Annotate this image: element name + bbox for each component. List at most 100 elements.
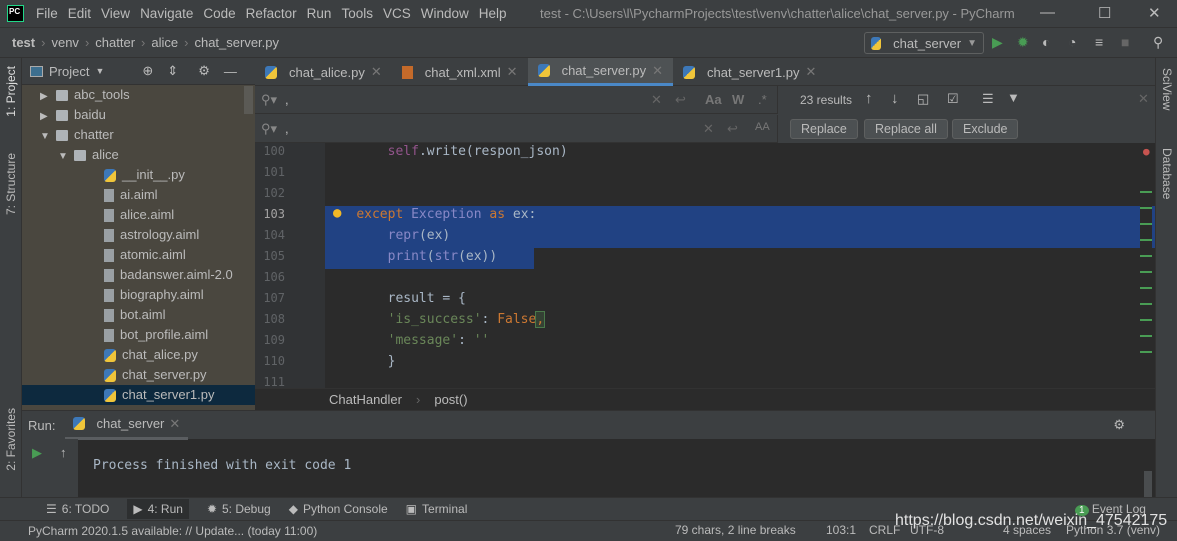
breadcrumb-class[interactable]: ChatHandler xyxy=(329,392,402,407)
filter-options-icon[interactable]: ☰ xyxy=(982,91,994,107)
editor-tab[interactable]: chat_alice.py ✕ xyxy=(255,58,392,86)
scroll-up-icon[interactable]: ↑ xyxy=(60,445,67,460)
select-all-occurrences-icon[interactable]: ◱ xyxy=(917,91,929,107)
menu-code[interactable]: Code xyxy=(203,6,235,21)
editor-tab[interactable]: chat_xml.xml ✕ xyxy=(392,58,528,86)
chevron-down-icon[interactable]: ▼ xyxy=(40,127,56,147)
code-line[interactable]: result = { xyxy=(325,291,466,306)
close-tab-icon[interactable]: ✕ xyxy=(371,64,382,80)
chevron-down-icon[interactable]: ▼ xyxy=(58,147,74,167)
project-tool-button[interactable]: 1: Project xyxy=(4,66,18,117)
console-output[interactable]: Process finished with exit code 1 xyxy=(93,458,351,473)
code-editor[interactable]: ● 100 self.write(respon_json) 101 102 103 e… xyxy=(255,143,1155,388)
breadcrumb-item[interactable]: test xyxy=(12,35,35,50)
tree-item[interactable]: chat_alice.py xyxy=(22,345,255,365)
locate-icon[interactable]: ⊕ xyxy=(142,63,153,79)
menu-file[interactable]: File xyxy=(36,6,58,21)
menu-tools[interactable]: Tools xyxy=(341,6,373,21)
chevron-right-icon[interactable]: ▶ xyxy=(40,107,56,127)
tree-item[interactable]: bot.aiml xyxy=(22,305,255,325)
tree-item[interactable]: chat_server1.py xyxy=(22,385,255,405)
chevron-right-icon[interactable]: ▶ xyxy=(40,87,56,107)
close-button[interactable]: ✕ xyxy=(1148,4,1161,22)
match-case-toggle[interactable]: Aa xyxy=(705,92,722,107)
collapse-all-icon[interactable]: ⇕ xyxy=(167,63,178,79)
status-message[interactable]: PyCharm 2020.1.5 available: // Update...… xyxy=(28,524,317,538)
concurrency-icon[interactable]: ≡ xyxy=(1095,34,1103,50)
replace-field[interactable]: ⚲▾ , ✕ ↩ AA xyxy=(255,115,778,143)
new-line-icon[interactable]: ↩ xyxy=(675,92,686,108)
coverage-icon[interactable]: ◐ xyxy=(1042,34,1050,50)
tool-window--debug[interactable]: ✹ 5: Debug xyxy=(207,502,271,516)
previous-occurrence-icon[interactable]: ↑ xyxy=(865,90,873,107)
menu-view[interactable]: View xyxy=(101,6,130,21)
close-tab-icon[interactable]: ✕ xyxy=(169,416,180,432)
sciview-tool-button[interactable]: SciView xyxy=(1160,68,1174,110)
regex-toggle[interactable]: .* xyxy=(758,92,767,107)
favorites-tool-button[interactable]: 2: Favorites xyxy=(4,408,18,471)
hide-icon[interactable]: — xyxy=(224,64,237,79)
replace-button[interactable]: Replace xyxy=(790,119,858,139)
tree-item[interactable]: atomic.aiml xyxy=(22,245,255,265)
tree-item[interactable]: ▼ alice xyxy=(22,145,255,165)
breadcrumb-item[interactable]: chatter xyxy=(95,35,135,50)
tree-item[interactable]: badanswer.aiml-2.0 xyxy=(22,265,255,285)
filter-icon[interactable]: ▼ xyxy=(1007,90,1020,105)
tool-window--todo[interactable]: ☰ 6: TODO xyxy=(46,502,109,516)
close-find-icon[interactable]: ✕ xyxy=(1138,91,1149,107)
tree-item[interactable]: astrology.aiml xyxy=(22,225,255,245)
tool-window-terminal[interactable]: ▣ Terminal xyxy=(406,502,468,516)
chevron-down-icon[interactable]: ▼ xyxy=(95,66,104,76)
tree-item[interactable]: __init__.py xyxy=(22,165,255,185)
tree-item[interactable]: ▶ abc_tools xyxy=(22,85,255,105)
maximize-button[interactable]: ☐ xyxy=(1098,4,1111,22)
editor-tab[interactable]: chat_server1.py ✕ xyxy=(673,58,826,86)
debug-icon[interactable]: ✹ xyxy=(1017,34,1029,51)
caret-position[interactable]: 103:1 xyxy=(826,523,856,537)
breadcrumb-method[interactable]: post() xyxy=(434,392,467,407)
words-toggle[interactable]: W xyxy=(732,92,744,107)
tree-item[interactable]: ai.aiml xyxy=(22,185,255,205)
project-view-select[interactable]: Project xyxy=(49,64,89,79)
tree-item[interactable]: ▼ chatter xyxy=(22,125,255,145)
next-occurrence-icon[interactable]: ↓ xyxy=(891,90,899,107)
tree-scrollbar[interactable] xyxy=(244,86,253,114)
stop-icon[interactable]: ■ xyxy=(1121,34,1129,50)
clear-icon[interactable]: ✕ xyxy=(651,92,662,108)
menu-window[interactable]: Window xyxy=(421,6,469,21)
menu-navigate[interactable]: Navigate xyxy=(140,6,193,21)
breadcrumb-item[interactable]: chat_server.py xyxy=(194,35,279,50)
close-tab-icon[interactable]: ✕ xyxy=(507,64,518,80)
tree-item[interactable]: ▶ baidu xyxy=(22,105,255,125)
search-field[interactable]: ⚲▾ , ✕ ↩ Aa W .* xyxy=(255,86,778,114)
rerun-icon[interactable]: ▶ xyxy=(32,445,42,461)
menu-run[interactable]: Run xyxy=(307,6,332,21)
tree-item[interactable]: biography.aiml xyxy=(22,285,255,305)
menu-refactor[interactable]: Refactor xyxy=(246,6,297,21)
new-line-icon[interactable]: ↩ xyxy=(727,121,738,137)
editor-tab[interactable]: chat_server.py ✕ xyxy=(527,58,674,86)
code-line[interactable]: repr(ex) xyxy=(325,228,451,243)
profile-icon[interactable]: ◔ xyxy=(1068,34,1076,50)
console-scrollbar[interactable] xyxy=(1144,471,1152,497)
tree-item[interactable]: bot_profile.aiml xyxy=(22,325,255,345)
error-indicator-icon[interactable]: ● xyxy=(1143,145,1150,158)
database-tool-button[interactable]: Database xyxy=(1160,148,1174,199)
preserve-case-toggle[interactable]: AA xyxy=(755,121,770,133)
error-stripe[interactable] xyxy=(1140,177,1152,357)
exclude-button[interactable]: Exclude xyxy=(952,119,1019,139)
gear-icon[interactable]: ⚙ xyxy=(198,63,210,79)
code-line[interactable]: self.write(respon_json) xyxy=(325,144,568,159)
code-line[interactable]: 'is_success': False, xyxy=(325,311,546,328)
code-line[interactable]: except Exception as ex: xyxy=(325,207,536,222)
code-line[interactable]: } xyxy=(325,354,396,369)
replace-all-button[interactable]: Replace all xyxy=(864,119,948,139)
run-config-select[interactable]: chat_server ▼ xyxy=(864,32,984,54)
close-tab-icon[interactable]: ✕ xyxy=(806,64,817,80)
menu-edit[interactable]: Edit xyxy=(68,6,91,21)
search-everywhere-icon[interactable]: ⚲ xyxy=(1153,34,1163,51)
tool-window--run[interactable]: ▶ 4: Run xyxy=(127,499,189,519)
in-selection-icon[interactable]: ☑ xyxy=(947,91,959,107)
code-line[interactable]: 'message': '' xyxy=(325,333,490,348)
minimize-button[interactable]: — xyxy=(1040,4,1055,21)
